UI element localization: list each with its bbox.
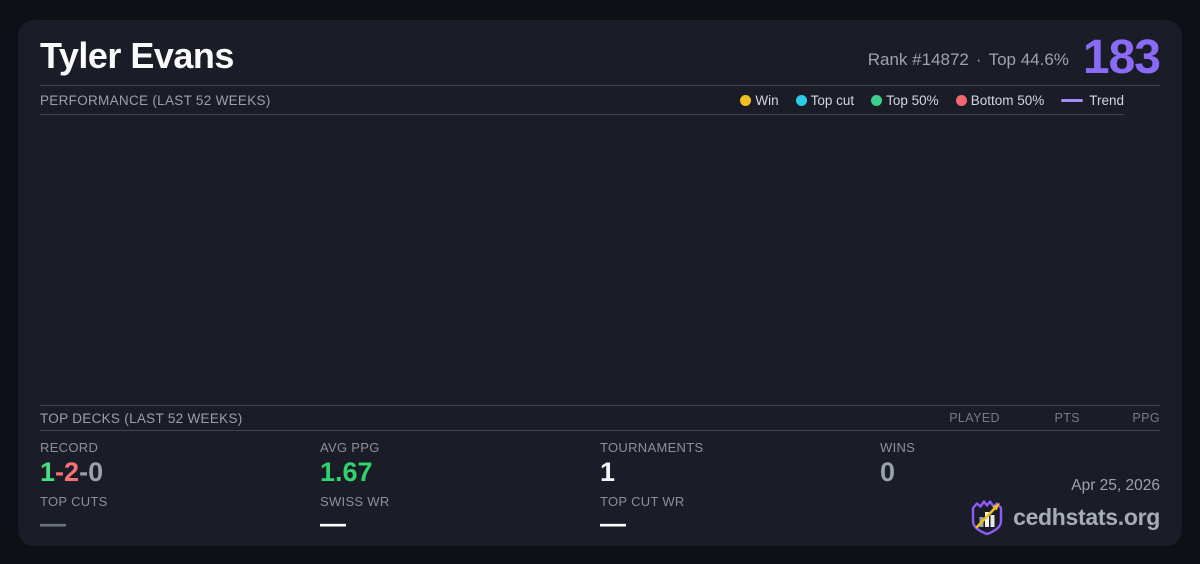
player-score: 183 — [1082, 30, 1161, 84]
top-cut-wr-label: TOP CUT WR — [600, 494, 685, 510]
win-dot-icon — [740, 94, 752, 106]
brand-text: cedhstats.org — [1013, 503, 1160, 530]
top-decks-columns: PLAYED PTS PPG — [920, 411, 1160, 425]
record-wins: 1 — [40, 457, 56, 487]
top-percent: Top 44.6% — [988, 50, 1069, 69]
performance-section-title: PERFORMANCE (LAST 52 WEEKS) — [40, 92, 271, 108]
legend-item-win: Win — [740, 92, 779, 108]
player-name: Tyler Evans — [40, 35, 234, 76]
top-decks-header: TOP DECKS (LAST 52 WEEKS) PLAYED PTS PPG — [40, 405, 1160, 431]
record-losses: 2 — [64, 457, 80, 487]
trend-line-icon — [1061, 98, 1084, 102]
legend-label: Top cut — [810, 92, 855, 108]
performance-header: PERFORMANCE (LAST 52 WEEKS) Win Top cut … — [40, 86, 1124, 115]
performance-chart-area — [40, 115, 1160, 405]
stat-column-record: RECORD 1-2-0 TOP CUTS — — [40, 440, 320, 545]
brand[interactable]: cedhstats.org — [969, 498, 1160, 536]
top-cut-wr-value: — — [600, 508, 626, 539]
record-label: RECORD — [40, 440, 99, 455]
legend-item-bottom-50: Bottom 50% — [955, 92, 1045, 108]
column-header-played: PLAYED — [949, 411, 1000, 425]
rank-number: Rank #14872 — [867, 50, 969, 69]
rank-text: Rank #14872 · Top 44.6% — [868, 50, 1069, 77]
chart-legend: Win Top cut Top 50% Bottom 50% Trend — [740, 93, 1124, 108]
swiss-wr-label: SWISS WR — [320, 494, 390, 510]
record-draws: 0 — [88, 457, 104, 487]
bottom-50-dot-icon — [955, 94, 967, 106]
tournaments-value: 1 — [600, 457, 616, 487]
legend-item-trend: Trend — [1061, 93, 1124, 108]
column-header-ppg: PPG — [1132, 411, 1160, 425]
top-cuts-label: TOP CUTS — [40, 494, 108, 510]
legend-label: Bottom 50% — [970, 92, 1045, 108]
cedhstats-logo-icon — [971, 500, 1003, 536]
top-decks-section-title: TOP DECKS (LAST 52 WEEKS) — [40, 410, 243, 426]
stat-column-tournaments: TOURNAMENTS 1 TOP CUT WR — — [600, 440, 880, 545]
legend-label: Trend — [1089, 92, 1124, 108]
stat-column-avg-ppg: AVG PPG 1.67 SWISS WR — — [320, 440, 600, 545]
top-cut-dot-icon — [795, 94, 807, 106]
legend-item-top-cut: Top cut — [795, 92, 855, 108]
avg-ppg-value: 1.67 — [320, 457, 373, 487]
wins-label: WINS — [880, 440, 916, 455]
tournaments-label: TOURNAMENTS — [600, 440, 704, 455]
avg-ppg-label: AVG PPG — [320, 440, 380, 455]
top-cuts-value: — — [40, 508, 66, 539]
legend-label: Top 50% — [886, 92, 939, 108]
column-header-pts: PTS — [1054, 411, 1080, 425]
legend-label: Win — [755, 92, 779, 108]
rank-separator: · — [975, 50, 982, 69]
player-stats-card: Tyler Evans Rank #14872 · Top 44.6% 183 PE… — [18, 20, 1182, 546]
top-50-dot-icon — [871, 94, 883, 106]
header-right: Rank #14872 · Top 44.6% 183 — [868, 30, 1161, 84]
record-dash-1: - — [55, 457, 65, 487]
card-footer: Apr 25, 2026 cedhstats.org — [969, 477, 1160, 536]
record-value: 1-2-0 — [40, 457, 320, 487]
card-header: Tyler Evans Rank #14872 · Top 44.6% 183 — [40, 20, 1161, 86]
card-date: Apr 25, 2026 — [1071, 477, 1160, 494]
legend-item-top-50: Top 50% — [871, 93, 939, 108]
swiss-wr-value: — — [320, 508, 346, 539]
record-dash-2: - — [79, 457, 89, 487]
